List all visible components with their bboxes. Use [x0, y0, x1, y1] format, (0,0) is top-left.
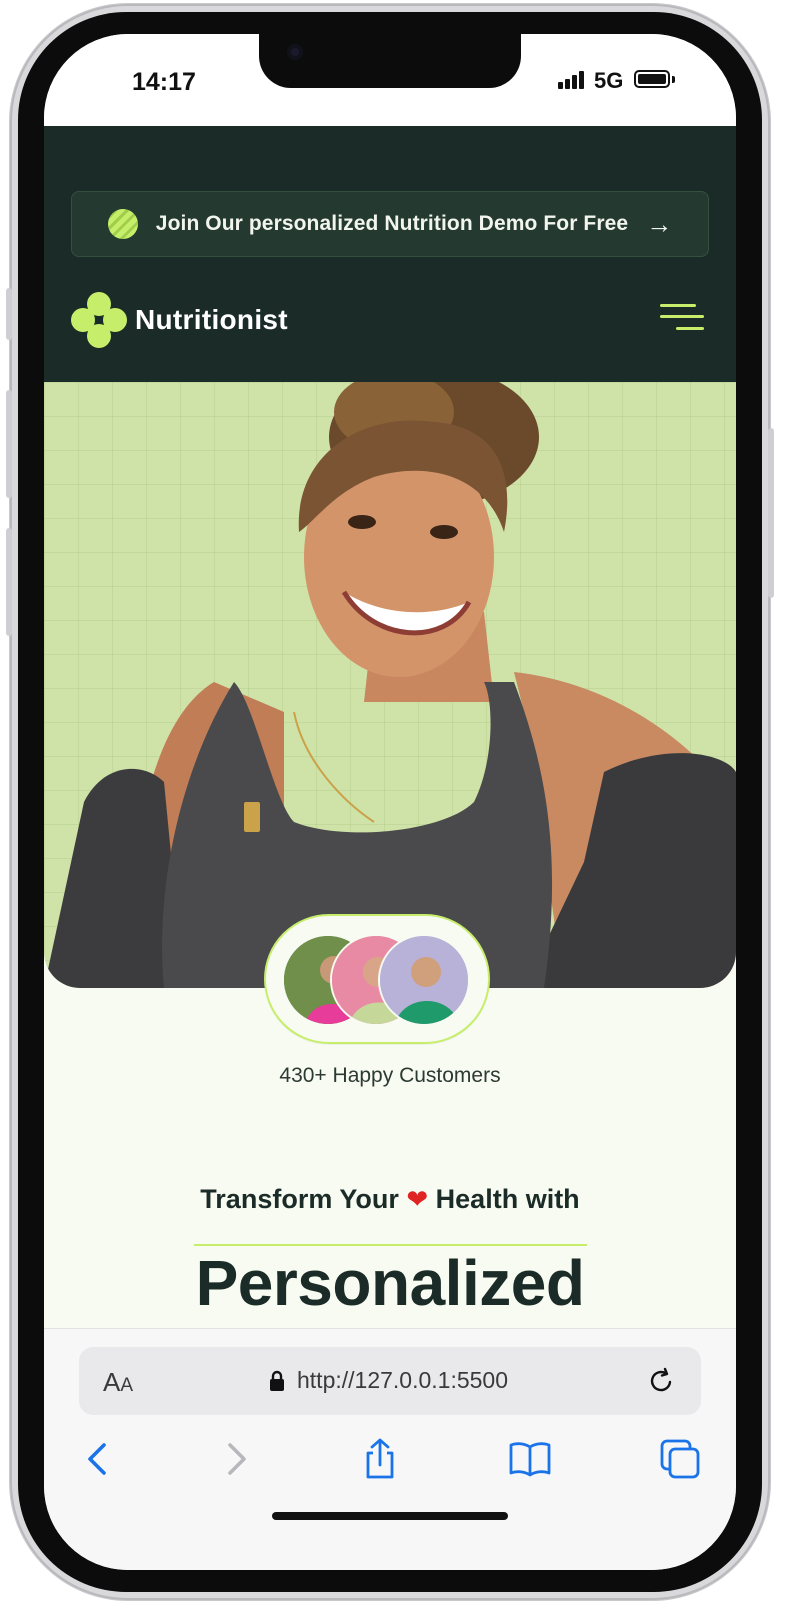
forward-chevron-icon[interactable]: [214, 1437, 258, 1481]
site-header: Join Our personalized Nutrition Demo For…: [44, 126, 736, 382]
browser-nav-toolbar: [44, 1437, 736, 1485]
share-icon[interactable]: [358, 1437, 402, 1481]
battery-icon: [634, 70, 670, 88]
battery-cap: [672, 76, 675, 83]
tabs-overview-icon[interactable]: [658, 1437, 702, 1481]
brand-name: Nutritionist: [135, 304, 288, 335]
network-type: 5G: [594, 68, 624, 93]
customer-avatars-group: [264, 914, 490, 1044]
heart-icon: ❤: [406, 1184, 429, 1214]
happy-customers-count: 430+ Happy Customers: [279, 1064, 501, 1087]
hero-headline-line1: Transform Your ❤ Health with: [44, 1184, 736, 1215]
lock-icon: [270, 1370, 284, 1391]
clover-logo-icon: [71, 292, 127, 348]
phone-screen: 14:17 5G Join Our personalized Nutrition…: [44, 34, 736, 1570]
leaf-badge-icon: [107, 209, 138, 239]
customer-avatar-3: [378, 934, 470, 1026]
back-chevron-icon[interactable]: [76, 1437, 120, 1481]
phone-volume-up: [6, 390, 12, 498]
phone-notch: [259, 34, 521, 88]
promo-banner-link[interactable]: Join Our personalized Nutrition Demo For…: [71, 191, 709, 257]
phone-power-button: [768, 428, 774, 598]
hero-headline-line2: Personalized: [195, 1247, 585, 1319]
url-text: http://127.0.0.1:5500: [297, 1367, 509, 1393]
hero-woman-photo: [44, 382, 736, 988]
bookmarks-book-icon[interactable]: [508, 1437, 552, 1481]
reload-icon[interactable]: [645, 1365, 677, 1397]
address-bar[interactable]: AA http://127.0.0.1:5500: [79, 1347, 701, 1415]
home-indicator: [272, 1512, 508, 1520]
cellular-signal-icon: [558, 71, 588, 89]
hamburger-menu-button[interactable]: [660, 302, 704, 336]
browser-toolbar: AA http://127.0.0.1:5500: [44, 1328, 736, 1570]
headline-text-after: Health with: [435, 1184, 580, 1214]
phone-silent-switch: [6, 288, 12, 340]
brand-logo-link[interactable]: Nutritionist: [71, 292, 288, 348]
promo-banner-text: Join Our personalized Nutrition Demo For…: [155, 212, 629, 235]
phone-volume-down: [6, 528, 12, 636]
text-size-button[interactable]: AA: [103, 1367, 133, 1398]
status-time: 14:17: [132, 68, 196, 96]
hero-image-panel: [44, 382, 736, 988]
headline-text-before: Transform Your: [200, 1184, 399, 1214]
arrow-right-icon: →: [646, 209, 673, 239]
front-camera: [287, 44, 303, 60]
